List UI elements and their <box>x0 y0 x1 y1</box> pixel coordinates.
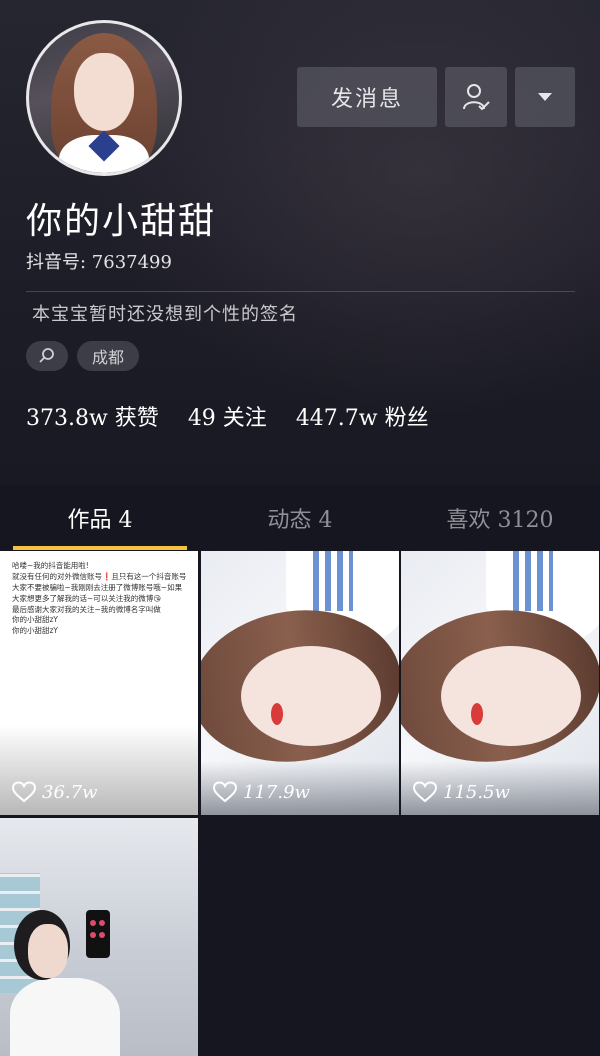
photo-face <box>241 646 381 746</box>
photo-face <box>28 924 68 978</box>
post-thumbnail-3[interactable]: 115.5w <box>401 551 599 815</box>
nickname: 你的小甜甜 <box>26 201 217 242</box>
search-tag[interactable] <box>26 341 68 371</box>
like-count-value: 115.5w <box>443 781 510 803</box>
followers-count[interactable]: 447.7w 粉丝 <box>296 406 429 431</box>
avatar-face <box>74 53 134 131</box>
user-check-icon <box>463 84 490 111</box>
photo-shirt-print <box>313 551 353 611</box>
content-tabs: 作品 4 动态 4 喜欢 3120 <box>0 485 600 550</box>
profile-stats: 373.8w 获赞 49 关注 447.7w 粉丝 <box>26 400 451 432</box>
heart-icon <box>12 781 36 803</box>
like-count-value: 36.7w <box>42 781 98 803</box>
send-message-button[interactable]: 发消息 <box>297 67 437 127</box>
following-count[interactable]: 49 关注 <box>188 406 267 431</box>
like-count: 117.9w <box>213 781 310 803</box>
post-text: 哈喽~我的抖音能用啦! 就没有任何的对外微信账号❗且只有这一个抖音账号 大家不要… <box>12 561 187 636</box>
tab-likes[interactable]: 喜欢 3120 <box>400 485 600 550</box>
search-icon <box>39 348 54 363</box>
photo-body <box>10 978 120 1056</box>
heart-icon <box>413 781 437 803</box>
photo-face <box>441 646 581 746</box>
tab-moments[interactable]: 动态 4 <box>200 485 400 550</box>
active-tab-indicator <box>13 546 187 550</box>
heart-icon <box>213 781 237 803</box>
more-options-button[interactable] <box>515 67 575 127</box>
like-count: 36.7w <box>12 781 98 803</box>
city-tag[interactable]: 成都 <box>77 341 139 371</box>
post-thumbnail-2[interactable]: 117.9w <box>201 551 399 815</box>
caret-down-icon <box>538 93 552 101</box>
post-thumbnail-1[interactable]: 哈喽~我的抖音能用啦! 就没有任何的对外微信账号❗且只有这一个抖音账号 大家不要… <box>0 551 198 815</box>
douyin-id: 抖音号: 7637499 <box>26 252 172 273</box>
tab-works[interactable]: 作品 4 <box>0 485 200 550</box>
avatar[interactable] <box>26 20 182 176</box>
like-count: 115.5w <box>413 781 510 803</box>
photo-lips <box>471 703 483 725</box>
photo-phone <box>86 910 110 958</box>
like-count-value: 117.9w <box>243 781 310 803</box>
divider <box>26 291 575 292</box>
post-thumbnail-4[interactable] <box>0 818 198 1056</box>
likes-count[interactable]: 373.8w 获赞 <box>26 406 159 431</box>
photo-lips <box>271 703 283 725</box>
photo-shirt-print <box>513 551 553 611</box>
follow-button[interactable] <box>445 67 507 127</box>
signature: 本宝宝暂时还没想到个性的签名 <box>32 304 298 325</box>
